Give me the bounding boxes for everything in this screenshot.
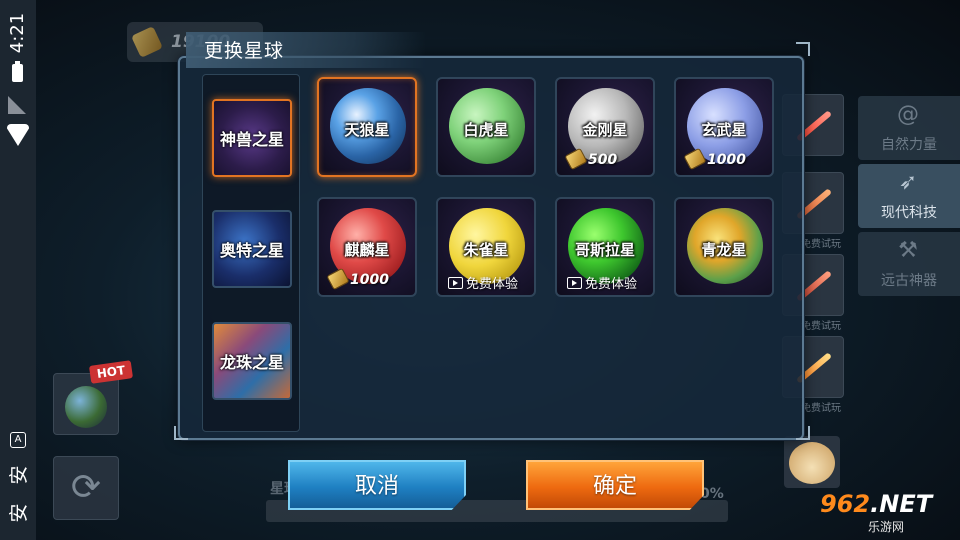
watermark-logo: 962.NET (820, 490, 932, 518)
planet-card-black-tortoise[interactable]: 玄武星 1000 (674, 77, 774, 177)
refresh-button[interactable]: ⟳ (53, 456, 119, 520)
doge-avatar (789, 442, 835, 484)
price-value: 500 (588, 152, 618, 168)
planet-name: 天狼星 (344, 121, 390, 139)
notification-icon: 安 (8, 465, 30, 485)
coin-icon (683, 147, 707, 171)
tab-label: 远古神器 (881, 273, 937, 289)
refresh-icon: ⟳ (70, 467, 102, 508)
status-time: 4:21 (7, 12, 28, 54)
trial-label: 免费体验 (585, 277, 638, 292)
wifi-icon (7, 124, 29, 146)
price-value: 1000 (707, 152, 746, 168)
trial-label: 免费体验 (466, 277, 519, 292)
planet-name: 哥斯拉星 (574, 241, 635, 259)
tab-label: 现代科技 (881, 205, 937, 221)
planet-price: 1000 (683, 147, 746, 173)
planet-card-white-tiger[interactable]: 白虎星 (436, 77, 536, 177)
planet-name: 青龙星 (701, 241, 747, 259)
price-value: 1000 (350, 272, 389, 288)
planet-price: 500 (564, 147, 618, 173)
planet-name: 朱雀星 (463, 241, 509, 259)
planet-name: 玄武星 (701, 121, 747, 139)
planet-name: 金刚星 (582, 121, 628, 139)
planet-name: 麒麟星 (344, 241, 390, 259)
tab-label: 自然力量 (881, 137, 937, 153)
signal-icon (8, 96, 26, 114)
watermark-subtitle: 乐游网 (868, 520, 905, 534)
planet-card-diamond[interactable]: 金刚星 500 (555, 77, 655, 177)
planet-name: 白虎星 (463, 121, 509, 139)
video-icon (448, 277, 463, 289)
a-badge-icon: A (10, 432, 26, 448)
planet-card-godzilla[interactable]: 哥斯拉星 免费体验 (555, 197, 655, 297)
free-trial-label: 免费试玩 (801, 403, 841, 414)
current-planet-button[interactable] (53, 373, 119, 435)
free-trial-label: 免费试玩 (801, 321, 841, 332)
coin-icon (326, 267, 350, 291)
planet-thumbnail (65, 386, 107, 428)
frame-corner (796, 426, 810, 440)
planet-card-sirius[interactable]: 天狼星 (317, 77, 417, 177)
free-trial-tag: 免费体验 (567, 273, 637, 292)
tab-nature-power[interactable]: @ 自然力量 (858, 96, 960, 160)
watermark-number: 962 (820, 490, 871, 518)
coin-icon (131, 26, 163, 58)
category-divine-beast[interactable]: 神兽之星 (212, 99, 292, 177)
planet-card-vermilion-bird[interactable]: 朱雀星 免费体验 (436, 197, 536, 297)
coin-icon (564, 147, 588, 171)
frame-corner (174, 426, 188, 440)
category-ultra[interactable]: 奥特之星 (212, 210, 292, 288)
free-trial-label: 免费试玩 (801, 239, 841, 250)
category-dragon-ball[interactable]: 龙珠之星 (212, 322, 292, 400)
video-icon (567, 277, 582, 289)
planet-card-qilin[interactable]: 麒麟星 1000 (317, 197, 417, 297)
mascot-button[interactable] (784, 436, 840, 488)
free-trial-tag: 免费体验 (448, 273, 518, 292)
cancel-button[interactable]: 取消 (288, 460, 466, 510)
planet-card-azure-dragon[interactable]: 青龙星 (674, 197, 774, 297)
frame-corner (796, 42, 810, 56)
hot-badge: HOT (88, 360, 134, 384)
site-watermark: 962.NET 乐游网 (820, 490, 954, 536)
status-bar: 4:21 A 安 安 (0, 0, 36, 540)
confirm-button[interactable]: 确定 (526, 460, 704, 510)
tab-modern-tech[interactable]: ➶ 现代科技 (858, 164, 960, 228)
planet-price: 1000 (326, 267, 389, 293)
battery-icon (12, 61, 23, 82)
tab-ancient-artifact[interactable]: ⚒ 远古神器 (858, 232, 960, 296)
notification-icon: 安 (8, 503, 30, 523)
hammer-icon: ⚒ (898, 238, 918, 263)
swirl-icon: @ (897, 102, 919, 127)
watermark-suffix: .NET (870, 490, 933, 518)
rocket-icon: ➶ (898, 170, 918, 195)
dialog-title: 更换星球 (204, 40, 285, 62)
